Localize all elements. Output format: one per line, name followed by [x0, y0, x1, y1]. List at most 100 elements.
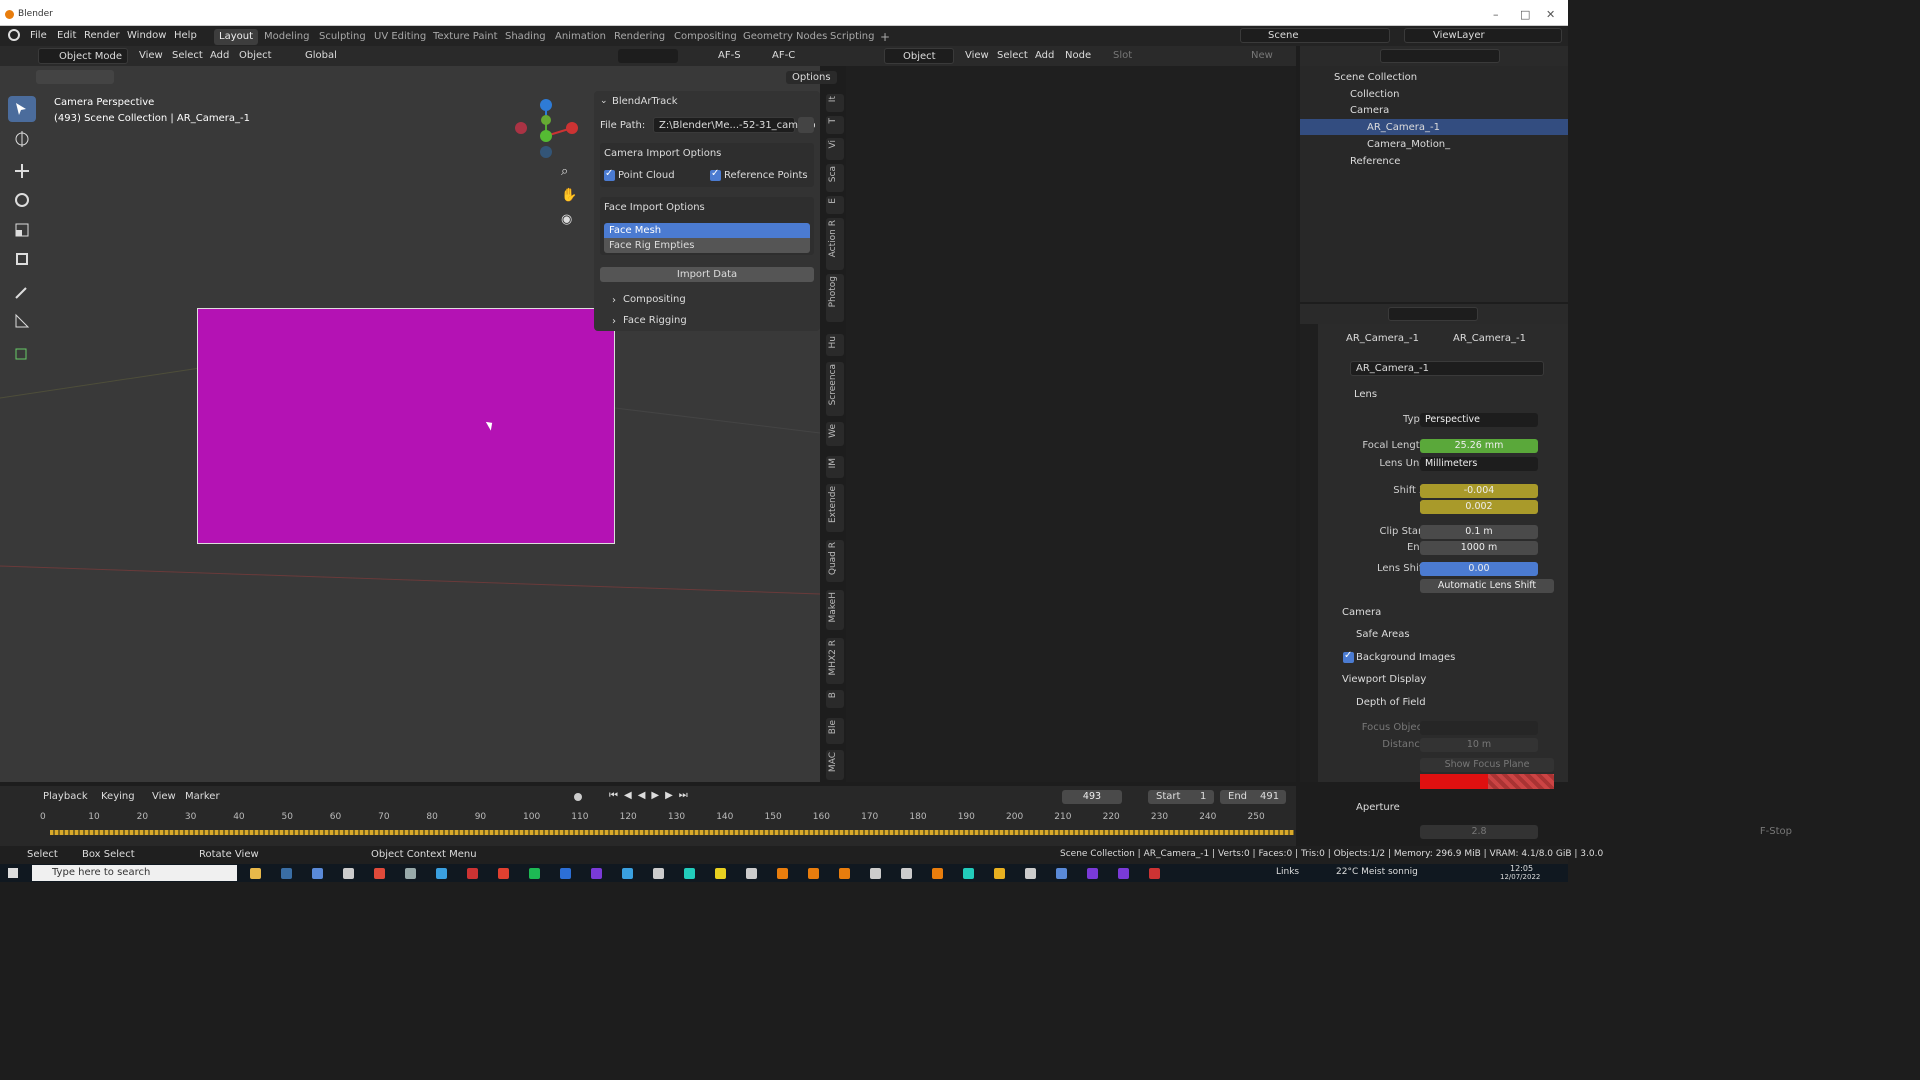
- shift-y-field[interactable]: 0.002: [1420, 500, 1538, 514]
- taskbar-app-icon[interactable]: [746, 868, 757, 879]
- maximize-button[interactable]: □: [1520, 8, 1530, 21]
- fstop-field[interactable]: 2.8: [1420, 825, 1538, 839]
- taskbar-app-icon[interactable]: [1087, 868, 1098, 879]
- face-rig-option[interactable]: Face Rig Empties: [604, 238, 810, 253]
- tab-layout[interactable]: Layout: [214, 29, 258, 45]
- clip-start-field[interactable]: 0.1 m: [1420, 525, 1538, 539]
- taskbar-app-icon[interactable]: [1025, 868, 1036, 879]
- clip-end-field[interactable]: 1000 m: [1420, 541, 1538, 555]
- options-dropdown[interactable]: Options: [786, 71, 837, 84]
- taskbar-app-icon[interactable]: [374, 868, 385, 879]
- add-workspace-icon[interactable]: +: [880, 30, 890, 44]
- keyframe-strip[interactable]: [50, 830, 1294, 835]
- transform-tool[interactable]: [8, 246, 36, 272]
- navigation-gizmo[interactable]: [510, 96, 582, 160]
- tab-sculpting[interactable]: Sculpting: [314, 29, 371, 45]
- taskbar-app-icon[interactable]: [250, 868, 261, 879]
- vtab-0[interactable]: It: [826, 94, 844, 112]
- point-cloud-checkbox[interactable]: [604, 168, 615, 181]
- taskbar-app-icon[interactable]: [684, 868, 695, 879]
- slot-dropdown[interactable]: Slot: [1113, 50, 1132, 61]
- vtab-10[interactable]: IM: [826, 456, 844, 478]
- taskbar-app-icon[interactable]: [932, 868, 943, 879]
- menu-object[interactable]: Object: [239, 50, 272, 61]
- tab-modeling[interactable]: Modeling: [259, 29, 315, 45]
- outliner-item[interactable]: Reference: [1350, 156, 1400, 167]
- cursor-tool[interactable]: [8, 126, 36, 152]
- select-box-tool[interactable]: [8, 96, 36, 122]
- ne-menu-view[interactable]: View: [965, 50, 989, 61]
- marker-menu[interactable]: Marker: [185, 791, 220, 802]
- taskbar-date[interactable]: 12/07/2022: [1500, 873, 1540, 881]
- tab-shading[interactable]: Shading: [500, 29, 551, 45]
- viewport-display-section[interactable]: Viewport Display: [1342, 674, 1426, 685]
- reference-points-checkbox[interactable]: [710, 168, 721, 181]
- lens-shift-field[interactable]: 0.00: [1420, 562, 1538, 576]
- current-frame-field[interactable]: 493: [1062, 790, 1122, 804]
- vtab-9[interactable]: We: [826, 422, 844, 446]
- lens-section[interactable]: Lens: [1354, 389, 1377, 400]
- vtab-17[interactable]: MAC: [826, 750, 844, 780]
- vtab-6[interactable]: Photog: [826, 274, 844, 322]
- taskbar-app-icon[interactable]: [808, 868, 819, 879]
- collapse-chevron-icon[interactable]: ⌄: [600, 96, 608, 106]
- tab-geometry-nodes[interactable]: Geometry Nodes: [738, 29, 832, 45]
- outliner-item[interactable]: Camera_Motion_: [1367, 139, 1450, 150]
- shading-buttons[interactable]: [618, 49, 678, 63]
- camera-view-icon[interactable]: ◉: [561, 212, 572, 227]
- face-rigging-section[interactable]: Face Rigging: [623, 315, 687, 326]
- dof-section[interactable]: Depth of Field: [1356, 697, 1426, 708]
- vtab-15[interactable]: B: [826, 690, 844, 708]
- focus-plane-alpha-swatch[interactable]: [1488, 774, 1554, 789]
- vtab-13[interactable]: MakeH: [826, 590, 844, 630]
- menu-help[interactable]: Help: [174, 30, 197, 41]
- minimize-button[interactable]: –: [1493, 8, 1499, 21]
- focus-plane-color-swatch[interactable]: [1420, 774, 1488, 789]
- folder-icon[interactable]: [798, 117, 814, 133]
- taskbar-app-icon[interactable]: [870, 868, 881, 879]
- ne-menu-add[interactable]: Add: [1035, 50, 1054, 61]
- focal-length-field[interactable]: 25.26 mm: [1420, 439, 1538, 453]
- blender-menu-icon[interactable]: [8, 29, 20, 41]
- move-tool[interactable]: [8, 158, 36, 184]
- taskbar-app-icon[interactable]: [994, 868, 1005, 879]
- taskbar-app-icon[interactable]: [622, 868, 633, 879]
- tab-scripting[interactable]: Scripting: [825, 29, 879, 45]
- vtab-7[interactable]: Hu: [826, 334, 844, 356]
- menu-add[interactable]: Add: [210, 50, 229, 61]
- taskbar-app-icon[interactable]: [343, 868, 354, 879]
- menu-render[interactable]: Render: [84, 30, 120, 41]
- vtab-11[interactable]: Extende: [826, 484, 844, 532]
- ne-menu-select[interactable]: Select: [997, 50, 1028, 61]
- outliner-item[interactable]: Scene Collection: [1334, 72, 1417, 83]
- vtab-2[interactable]: Vi: [826, 138, 844, 160]
- vtab-3[interactable]: Sca: [826, 164, 844, 192]
- select-mode-buttons[interactable]: [36, 70, 114, 84]
- compositing-expand-icon[interactable]: ›: [612, 295, 616, 306]
- outliner-item[interactable]: Camera: [1350, 105, 1389, 116]
- safe-areas-section[interactable]: Safe Areas: [1356, 629, 1410, 640]
- auto-lens-shift-button[interactable]: Automatic Lens Shift: [1420, 579, 1554, 593]
- mode-dropdown[interactable]: Object Mode: [38, 48, 128, 64]
- taskbar-app-icon[interactable]: [405, 868, 416, 879]
- new-material-button[interactable]: New: [1251, 50, 1273, 61]
- vtab-12[interactable]: Quad R: [826, 540, 844, 582]
- taskbar-app-icon[interactable]: [529, 868, 540, 879]
- menu-select[interactable]: Select: [172, 50, 203, 61]
- vtab-14[interactable]: MHX2 R: [826, 638, 844, 684]
- af-s-button[interactable]: AF-S: [718, 50, 741, 61]
- file-path-input[interactable]: Z:\Blender\Me...-52-31_cam.zip: [653, 117, 816, 133]
- taskbar-app-icon[interactable]: [591, 868, 602, 879]
- taskbar-app-icon[interactable]: [777, 868, 788, 879]
- end-frame-field[interactable]: End 491: [1220, 790, 1286, 804]
- vtab-16[interactable]: Ble: [826, 718, 844, 744]
- taskbar-app-icon[interactable]: [1118, 868, 1129, 879]
- background-images-section[interactable]: Background Images: [1356, 652, 1455, 663]
- windows-start-icon[interactable]: [8, 868, 18, 878]
- start-frame-field[interactable]: Start 1: [1148, 790, 1214, 804]
- compositing-section[interactable]: Compositing: [623, 294, 686, 305]
- outliner-selected-row[interactable]: AR_Camera_-1: [1300, 119, 1568, 135]
- face-mesh-option[interactable]: Face Mesh: [604, 223, 810, 238]
- tab-animation[interactable]: Animation: [550, 29, 611, 45]
- menu-window[interactable]: Window: [127, 30, 166, 41]
